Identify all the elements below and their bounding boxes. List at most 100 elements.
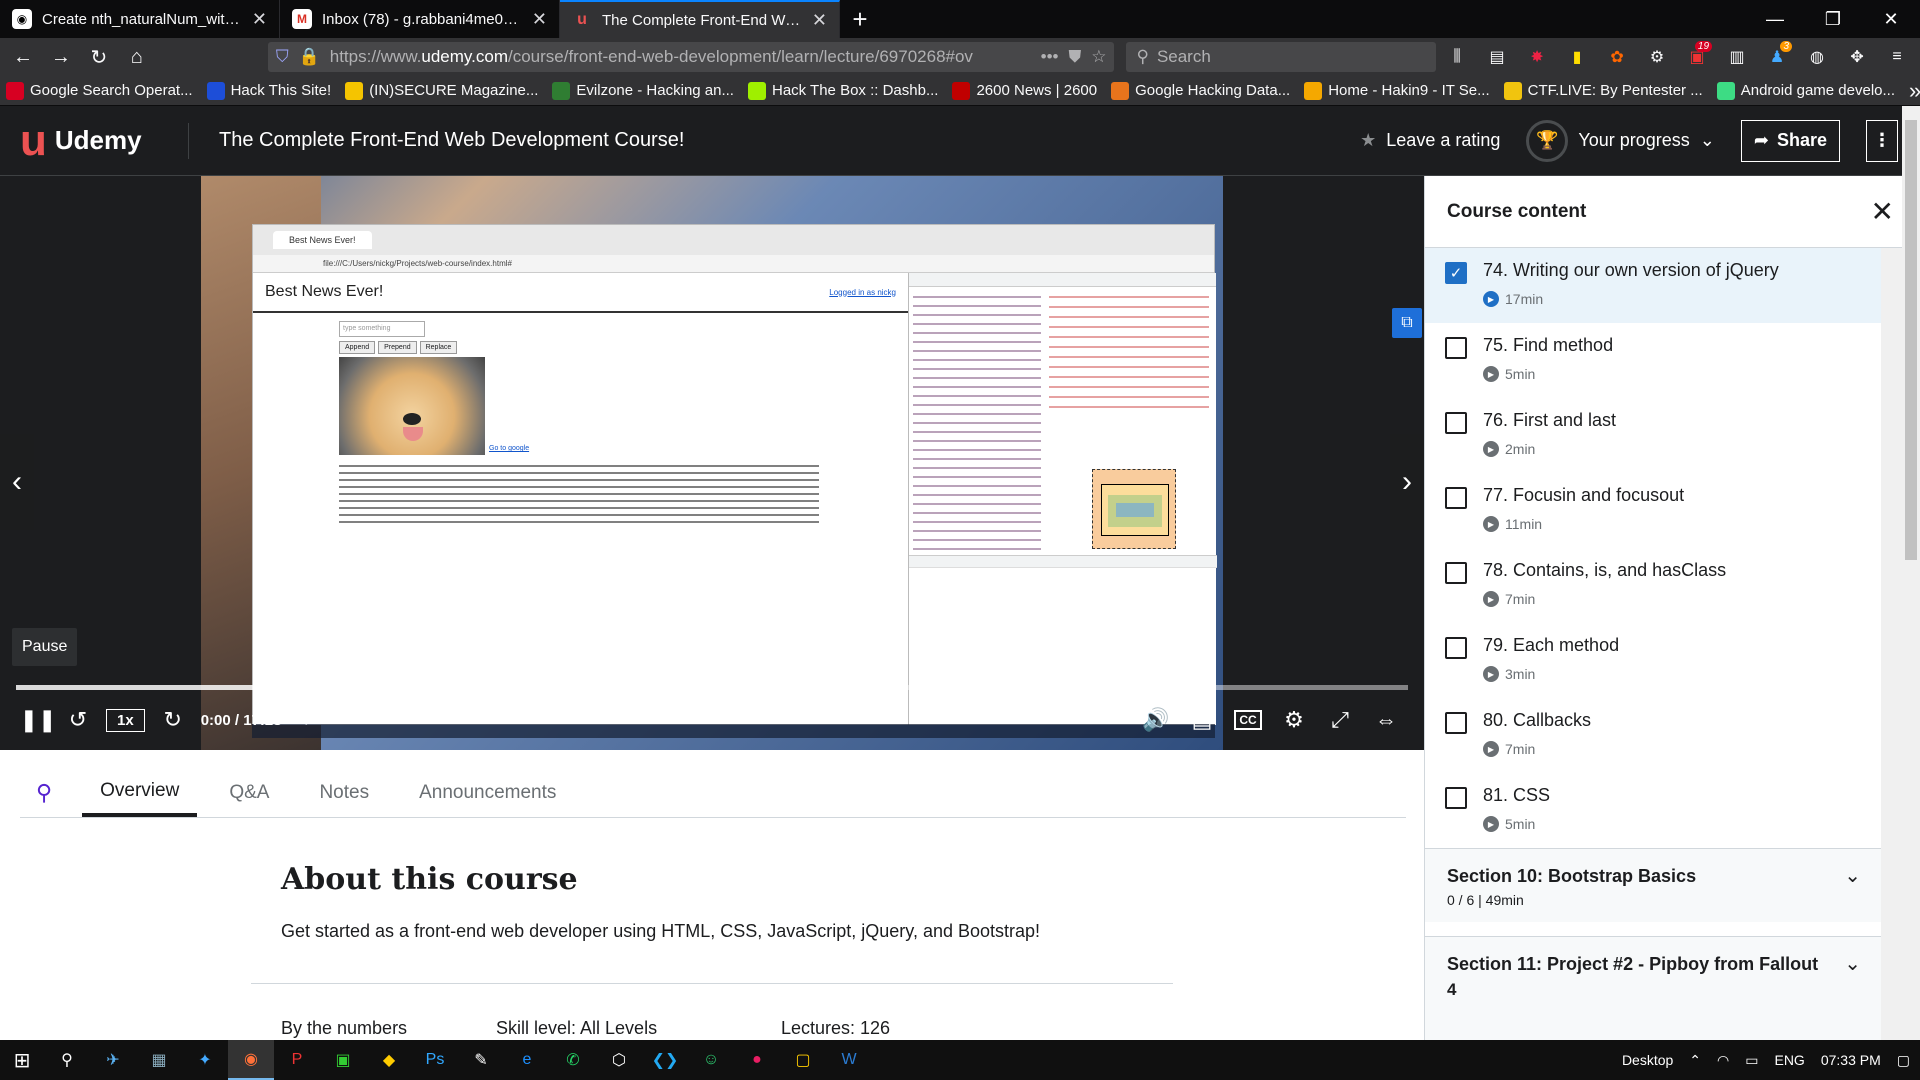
bookmark-item[interactable]: Evilzone - Hacking an... <box>552 81 734 100</box>
new-tab-button[interactable]: + <box>840 0 880 38</box>
lecture-item[interactable]: 81. CSS ▶ 5min <box>1425 773 1881 848</box>
udemy-logo[interactable]: u Udemy <box>0 118 188 163</box>
windows-start-icon[interactable]: ⊞ <box>0 1040 44 1080</box>
tab-notes[interactable]: Notes <box>301 768 387 817</box>
settings-gear-icon[interactable]: ⚙ <box>1274 700 1314 740</box>
lecture-item[interactable]: 77. Focusin and focusout ▶ 11min <box>1425 473 1881 548</box>
video-player[interactable]: Best News Ever! file:///C:/Users/nickg/P… <box>0 176 1424 750</box>
lecture-checkbox[interactable] <box>1445 562 1467 584</box>
bookmark-item[interactable]: Hack The Box :: Dashb... <box>747 81 938 100</box>
more-bookmarks-icon[interactable]: » <box>1909 78 1920 104</box>
close-sidebar-icon[interactable]: ✕ <box>1871 195 1894 228</box>
close-tab-icon[interactable]: ✕ <box>812 10 827 31</box>
bookmark-item[interactable]: Google Hacking Data... <box>1111 81 1290 100</box>
app-icon[interactable]: ✈ <box>90 1040 136 1080</box>
sidebar-icon[interactable]: ▤ <box>1480 43 1514 71</box>
library-icon[interactable]: ⫼ <box>1440 43 1474 71</box>
section-bootstrap-basics[interactable]: Section 10: Bootstrap Basics 0 / 6 | 49m… <box>1425 848 1881 922</box>
bookmark-item[interactable]: CTF.LIVE: By Pentester ... <box>1503 81 1703 100</box>
lecture-checkbox[interactable] <box>1445 337 1467 359</box>
search-bar[interactable]: ⚲ Search <box>1126 42 1437 72</box>
lecture-checkbox[interactable] <box>1445 637 1467 659</box>
vscode-icon[interactable]: ❮❯ <box>642 1040 688 1080</box>
extension-icon[interactable]: ✸ <box>1520 43 1554 71</box>
tab-announcements[interactable]: Announcements <box>401 768 574 817</box>
back-button[interactable]: ← <box>6 42 40 72</box>
edge-icon[interactable]: e <box>504 1040 550 1080</box>
extension-icon[interactable]: ▥ <box>1720 43 1754 71</box>
bookmark-item[interactable]: 2600 News | 2600 <box>952 81 1097 100</box>
app-icon[interactable]: ✎ <box>458 1040 504 1080</box>
browser-tab-udemy[interactable]: u The Complete Front-End Web D ✕ <box>560 0 840 38</box>
pocket-icon[interactable]: ⛊ <box>1068 47 1081 67</box>
app-icon[interactable]: ● <box>734 1040 780 1080</box>
lecture-item[interactable]: ✓ 74. Writing our own version of jQuery ▶ 1… <box>1425 248 1881 323</box>
extensions-icon[interactable]: ✥ <box>1840 43 1874 71</box>
language-indicator[interactable]: ENG <box>1774 1052 1804 1068</box>
lecture-checkbox[interactable] <box>1445 487 1467 509</box>
expand-view-icon[interactable]: ⇔ <box>1366 700 1406 740</box>
bookmark-item[interactable]: Android game develo... <box>1716 81 1895 100</box>
minimize-window-button[interactable]: — <box>1746 0 1804 38</box>
video-frame[interactable]: Best News Ever! file:///C:/Users/nickg/P… <box>201 176 1223 750</box>
notes-icon[interactable]: ✎ <box>282 700 322 740</box>
wifi-icon[interactable]: ◠ <box>1717 1052 1729 1069</box>
video-progress-bar[interactable] <box>16 685 1408 690</box>
url-text[interactable]: https://www.udemy.com/course/front-end-w… <box>330 47 1031 67</box>
lecture-checkbox[interactable]: ✓ <box>1445 262 1467 284</box>
calculator-icon[interactable]: ▦ <box>136 1040 182 1080</box>
browser-tab-gmail[interactable]: M Inbox (78) - g.rabbani4me07@ ✕ <box>280 0 560 38</box>
more-options-button[interactable]: ⋮ <box>1866 119 1898 162</box>
section-pipboy-project[interactable]: Section 11: Project #2 - Pipboy from Fal… <box>1425 936 1881 1040</box>
battery-icon[interactable]: ▭ <box>1745 1052 1758 1069</box>
word-icon[interactable]: W <box>826 1040 872 1080</box>
leave-rating-button[interactable]: ★ Leave a rating <box>1360 130 1500 151</box>
lecture-checkbox[interactable] <box>1445 787 1467 809</box>
app-icon[interactable]: ◆ <box>366 1040 412 1080</box>
firefox-icon[interactable]: ◉ <box>228 1040 274 1080</box>
reload-button[interactable]: ↻ <box>82 42 116 72</box>
lock-icon[interactable]: 🔒 <box>299 47 320 67</box>
picture-in-picture-icon[interactable]: ⧉ <box>1392 308 1422 338</box>
search-icon[interactable]: ⚲ <box>44 1040 90 1080</box>
captions-button[interactable]: CC <box>1228 700 1268 740</box>
tab-qa[interactable]: Q&A <box>211 768 287 817</box>
browser-tab-github[interactable]: ◉ Create nth_naturalNum_withEx ✕ <box>0 0 280 38</box>
volume-icon[interactable]: 🔊 <box>1136 700 1176 740</box>
extension-icon[interactable]: ▣ 19 <box>1680 41 1714 71</box>
lecture-item[interactable]: 76. First and last ▶ 2min <box>1425 398 1881 473</box>
pause-button[interactable]: ❚❚ <box>18 700 58 740</box>
menu-icon[interactable]: ≡ <box>1880 43 1914 71</box>
forward-icon[interactable]: ↻ <box>153 700 193 740</box>
clock[interactable]: 07:33 PM <box>1821 1052 1881 1068</box>
previous-lecture-button[interactable]: ‹ <box>0 434 34 530</box>
app-icon[interactable]: ☺ <box>688 1040 734 1080</box>
bookmark-star-icon[interactable]: ☆ <box>1091 47 1106 67</box>
home-button[interactable]: ⌂ <box>120 42 154 72</box>
desktop-label[interactable]: Desktop <box>1622 1052 1673 1068</box>
lecture-item[interactable]: 78. Contains, is, and hasClass ▶ 7min <box>1425 548 1881 623</box>
lecture-item[interactable]: 79. Each method ▶ 3min <box>1425 623 1881 698</box>
globe-icon[interactable]: ◍ <box>1800 43 1834 71</box>
scrollbar-thumb[interactable] <box>1905 120 1917 560</box>
pycharm-icon[interactable]: ▣ <box>320 1040 366 1080</box>
extension-icon[interactable]: ▮ <box>1560 43 1594 71</box>
rewind-icon[interactable]: ↺ <box>58 700 98 740</box>
share-button[interactable]: ➦ Share <box>1740 119 1840 162</box>
page-actions-icon[interactable]: ••• <box>1041 47 1059 67</box>
bookmark-item[interactable]: Hack This Site! <box>206 81 331 100</box>
app-icon[interactable]: ⬡ <box>596 1040 642 1080</box>
playback-rate-button[interactable]: 1x <box>106 708 145 732</box>
lecture-item[interactable]: 80. Callbacks ▶ 7min <box>1425 698 1881 773</box>
whatsapp-icon[interactable]: ✆ <box>550 1040 596 1080</box>
search-tab-icon[interactable]: ⚲ <box>20 768 68 817</box>
extension-icon[interactable]: ✿ <box>1600 43 1634 71</box>
restore-window-button[interactable]: ❐ <box>1804 0 1862 38</box>
lecture-item[interactable]: 75. Find method ▶ 5min <box>1425 323 1881 398</box>
forward-button[interactable]: → <box>44 42 78 72</box>
page-scrollbar[interactable] <box>1902 106 1920 1040</box>
course-title[interactable]: The Complete Front-End Web Development C… <box>219 129 1360 152</box>
app-icon[interactable]: ▢ <box>780 1040 826 1080</box>
lecture-checkbox[interactable] <box>1445 412 1467 434</box>
bookmark-item[interactable]: Google Search Operat... <box>6 81 193 100</box>
